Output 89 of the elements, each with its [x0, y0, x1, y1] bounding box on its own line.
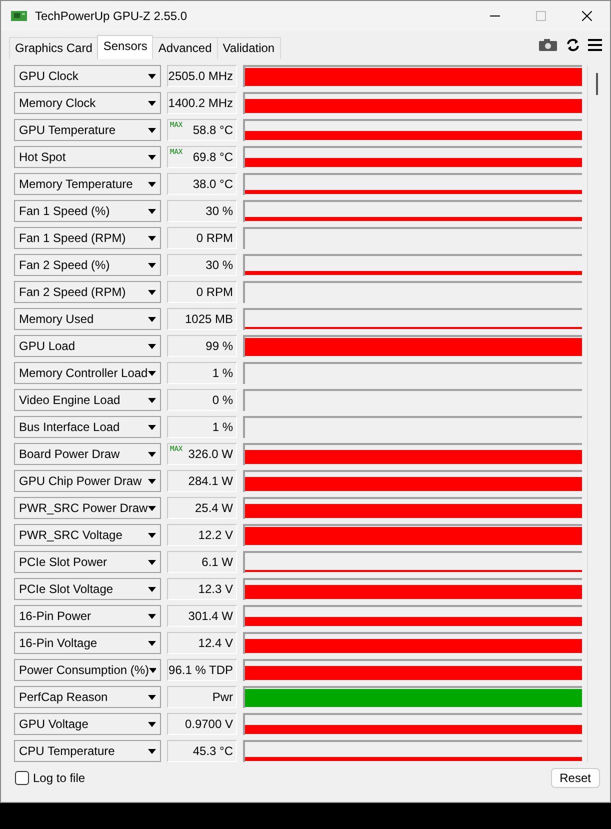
sensor-dropdown[interactable]: Fan 1 Speed (%): [14, 200, 161, 222]
sensor-value: 0 RPM: [167, 281, 237, 303]
dropdown-arrow-icon: [148, 74, 156, 78]
sensor-dropdown[interactable]: Board Power Draw: [14, 443, 161, 465]
sensor-dropdown[interactable]: Memory Used: [14, 308, 161, 330]
dropdown-arrow-icon: [148, 290, 156, 294]
sensor-dropdown[interactable]: Fan 1 Speed (RPM): [14, 227, 161, 249]
sensor-value: 1400.2 MHz: [167, 92, 237, 114]
dropdown-arrow-icon: [148, 694, 156, 700]
dropdown-arrow-icon: [148, 748, 156, 754]
dropdown-arrow-icon: [148, 452, 156, 456]
sensor-value: 301.4 W: [167, 605, 237, 627]
dropdown-arrow-icon: [148, 532, 156, 538]
sensor-dropdown[interactable]: 16-Pin Power: [14, 605, 161, 627]
dropdown-arrow-icon: [148, 478, 156, 484]
dropdown-arrow-icon: [148, 424, 156, 430]
sensor-dropdown[interactable]: PCIe Slot Power: [14, 551, 161, 573]
dropdown-arrow-icon: [149, 668, 156, 672]
dropdown-arrow-icon: [148, 154, 156, 160]
menu-icon[interactable]: [588, 39, 602, 51]
sensor-value: 6.1 W: [167, 551, 237, 573]
sensor-dropdown[interactable]: GPU Chip Power Draw: [14, 470, 161, 492]
sensor-dropdown[interactable]: Power Consumption (%): [14, 659, 161, 681]
sensor-dropdown[interactable]: Memory Clock: [14, 92, 161, 114]
sensor-value: 30 %: [167, 254, 237, 276]
sensor-value: 30 %: [167, 200, 237, 222]
tab[interactable]: Validation: [216, 37, 281, 59]
sensor-dropdown[interactable]: PerfCap Reason: [14, 686, 161, 708]
sensor-value: 45.3 °C: [167, 740, 237, 762]
dropdown-arrow-icon: [148, 370, 156, 376]
sensor-value: 2505.0 MHz: [167, 65, 237, 87]
dropdown-arrow-icon: [148, 262, 156, 268]
tab[interactable]: Graphics Card: [9, 37, 98, 59]
sensor-value: 99 %: [167, 335, 237, 357]
dropdown-arrow-icon: [148, 344, 156, 348]
dropdown-arrow-icon: [148, 100, 156, 106]
dropdown-arrow-icon: [148, 586, 156, 592]
sensor-dropdown[interactable]: Fan 2 Speed (RPM): [14, 281, 161, 303]
tab[interactable]: Sensors: [97, 35, 154, 59]
tab[interactable]: Advanced: [152, 37, 218, 59]
app-icon: [11, 10, 27, 22]
sensor-value: 284.1 W: [167, 470, 237, 492]
sensor-value: 1 %: [167, 416, 237, 438]
dropdown-arrow-icon: [148, 560, 156, 564]
close-icon: [582, 11, 592, 21]
dropdown-arrow-icon: [148, 398, 156, 402]
sensor-value: 12.3 V: [167, 578, 237, 600]
sensor-dropdown[interactable]: Fan 2 Speed (%): [14, 254, 161, 276]
dropdown-arrow-icon: [148, 722, 156, 726]
sensor-value: Pwr: [167, 686, 237, 708]
sensor-value: 38.0 °C: [167, 173, 237, 195]
sensor-value: 1 %: [167, 362, 237, 384]
maximize-icon: [536, 11, 546, 21]
sensor-dropdown[interactable]: Memory Temperature: [14, 173, 161, 195]
sensor-dropdown[interactable]: PCIe Slot Voltage: [14, 578, 161, 600]
sensor-value: 12.4 V: [167, 632, 237, 654]
sensor-dropdown[interactable]: GPU Load: [14, 335, 161, 357]
reset-button[interactable]: Reset: [550, 768, 600, 788]
camera-icon[interactable]: [538, 38, 558, 52]
dropdown-arrow-icon: [148, 614, 156, 618]
dropdown-arrow-icon: [148, 182, 156, 186]
log-checkbox[interactable]: Log to file: [15, 771, 86, 785]
sensor-dropdown[interactable]: Video Engine Load: [14, 389, 161, 411]
sensor-dropdown[interactable]: GPU Voltage: [14, 713, 161, 735]
dropdown-arrow-icon: [148, 128, 156, 132]
sensor-dropdown[interactable]: Memory Controller Load: [14, 362, 161, 384]
sensor-value: 25.4 W: [167, 497, 237, 519]
sensor-value: 96.1 % TDP: [167, 659, 237, 681]
sensor-value: 12.2 V: [167, 524, 237, 546]
refresh-icon[interactable]: [566, 38, 580, 52]
sensor-value: 0.9700 V: [167, 713, 237, 735]
sensor-value: 1025 MB: [167, 308, 237, 330]
sensor-dropdown[interactable]: 16-Pin Voltage: [14, 632, 161, 654]
minimize-icon: [490, 15, 500, 17]
dropdown-arrow-icon: [148, 208, 156, 214]
sensor-dropdown[interactable]: Bus Interface Load: [14, 416, 161, 438]
sensor-value: 0 RPM: [167, 227, 237, 249]
sensor-dropdown[interactable]: GPU Temperature: [14, 119, 161, 141]
sensor-dropdown[interactable]: PWR_SRC Power Draw: [14, 497, 161, 519]
dropdown-arrow-icon: [148, 506, 156, 510]
dropdown-arrow-icon: [148, 316, 156, 322]
dropdown-arrow-icon: [148, 640, 156, 646]
sensor-dropdown[interactable]: CPU Temperature: [14, 740, 161, 762]
sensor-dropdown[interactable]: PWR_SRC Voltage: [14, 524, 161, 546]
window-title: TechPowerUp GPU-Z 2.55.0: [35, 9, 188, 23]
sensor-dropdown[interactable]: GPU Clock: [14, 65, 161, 87]
dropdown-arrow-icon: [148, 236, 156, 240]
sensor-value: 0 %: [167, 389, 237, 411]
sensor-dropdown[interactable]: Hot Spot: [14, 146, 161, 168]
